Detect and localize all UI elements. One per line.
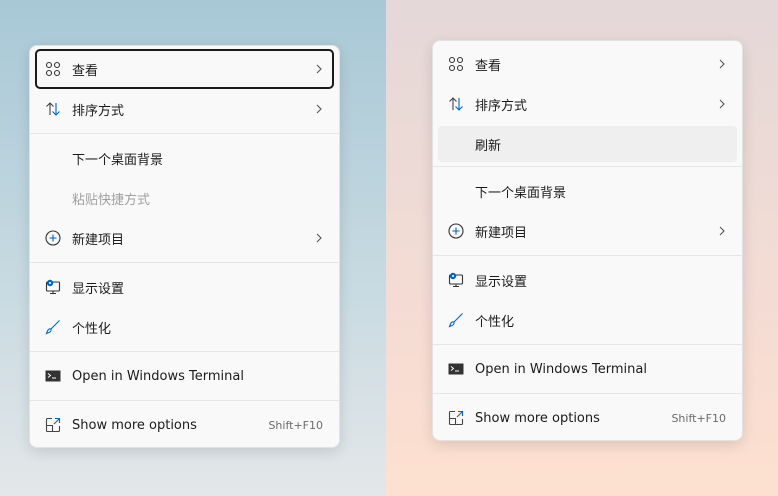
- expand-icon: [45, 417, 61, 433]
- menu-item-open-terminal[interactable]: Open in Windows Terminal: [35, 356, 334, 396]
- shortcut-label: Shift+F10: [268, 418, 323, 432]
- menu-item-open-terminal[interactable]: Open in Windows Terminal: [438, 349, 737, 389]
- menu-separator: [30, 351, 339, 352]
- menu-item-label: 个性化: [72, 321, 112, 337]
- chevron-right-icon: [719, 99, 725, 109]
- menu-item-refresh[interactable]: 刷新: [438, 126, 737, 162]
- menu-item-sort-by[interactable]: 排序方式: [438, 84, 737, 124]
- expand-icon: [448, 410, 464, 426]
- menu-separator: [30, 400, 339, 401]
- menu-item-label: 下一个桌面背景: [72, 152, 164, 168]
- sort-icon: [448, 96, 464, 112]
- menu-item-label: 排序方式: [72, 103, 125, 119]
- menu-item-label: 个性化: [475, 314, 515, 330]
- menu-item-personalize[interactable]: 个性化: [35, 307, 334, 347]
- menu-item-label: 新建项目: [72, 232, 125, 248]
- grid-icon: [45, 61, 61, 77]
- menu-item-show-more-options[interactable]: Show more options Shift+F10: [35, 405, 334, 445]
- menu-item-label: Show more options: [475, 410, 600, 426]
- menu-item-label: 粘贴快捷方式: [72, 192, 151, 208]
- menu-separator: [30, 133, 339, 134]
- menu-item-label: Show more options: [72, 417, 197, 433]
- display-settings-icon: [448, 272, 464, 288]
- menu-item-new[interactable]: 新建项目: [438, 211, 737, 251]
- plus-circle-icon: [448, 223, 464, 239]
- menu-separator: [433, 393, 742, 394]
- terminal-icon: [448, 361, 464, 377]
- menu-item-label: 下一个桌面背景: [475, 185, 567, 201]
- menu-item-next-background[interactable]: 下一个桌面背景: [438, 171, 737, 211]
- brush-icon: [45, 319, 61, 335]
- menu-item-view[interactable]: 查看: [35, 49, 334, 89]
- menu-separator: [433, 344, 742, 345]
- menu-separator: [433, 166, 742, 167]
- context-menu-right: 查看 排序方式 刷新 下一个桌面背景 新建项目 显示设置 个性化 Open in…: [432, 40, 743, 441]
- chevron-right-icon: [316, 104, 322, 114]
- chevron-right-icon: [719, 226, 725, 236]
- menu-item-label: 查看: [72, 63, 99, 79]
- display-settings-icon: [45, 279, 61, 295]
- context-menu-left: 查看 排序方式 下一个桌面背景 粘贴快捷方式 新建项目 显示设置 个性化 Ope…: [29, 45, 340, 448]
- menu-item-label: Open in Windows Terminal: [475, 361, 647, 377]
- menu-item-label: 刷新: [475, 138, 502, 154]
- chevron-right-icon: [719, 59, 725, 69]
- grid-icon: [448, 56, 464, 72]
- plus-circle-icon: [45, 230, 61, 246]
- menu-item-paste-shortcut: 粘贴快捷方式: [35, 178, 334, 218]
- menu-item-label: Open in Windows Terminal: [72, 368, 244, 384]
- terminal-icon: [45, 368, 61, 384]
- menu-item-new[interactable]: 新建项目: [35, 218, 334, 258]
- menu-item-personalize[interactable]: 个性化: [438, 300, 737, 340]
- menu-item-label: 新建项目: [475, 225, 528, 241]
- menu-item-display-settings[interactable]: 显示设置: [438, 260, 737, 300]
- chevron-right-icon: [316, 64, 322, 74]
- menu-item-label: 查看: [475, 58, 502, 74]
- menu-item-label: 排序方式: [475, 98, 528, 114]
- menu-item-display-settings[interactable]: 显示设置: [35, 267, 334, 307]
- menu-item-next-background[interactable]: 下一个桌面背景: [35, 138, 334, 178]
- menu-separator: [30, 262, 339, 263]
- menu-item-label: 显示设置: [72, 281, 125, 297]
- menu-item-show-more-options[interactable]: Show more options Shift+F10: [438, 398, 737, 438]
- menu-item-label: 显示设置: [475, 274, 528, 290]
- menu-item-sort-by[interactable]: 排序方式: [35, 89, 334, 129]
- brush-icon: [448, 312, 464, 328]
- chevron-right-icon: [316, 233, 322, 243]
- shortcut-label: Shift+F10: [671, 411, 726, 425]
- menu-separator: [433, 255, 742, 256]
- menu-item-view[interactable]: 查看: [438, 44, 737, 84]
- sort-icon: [45, 101, 61, 117]
